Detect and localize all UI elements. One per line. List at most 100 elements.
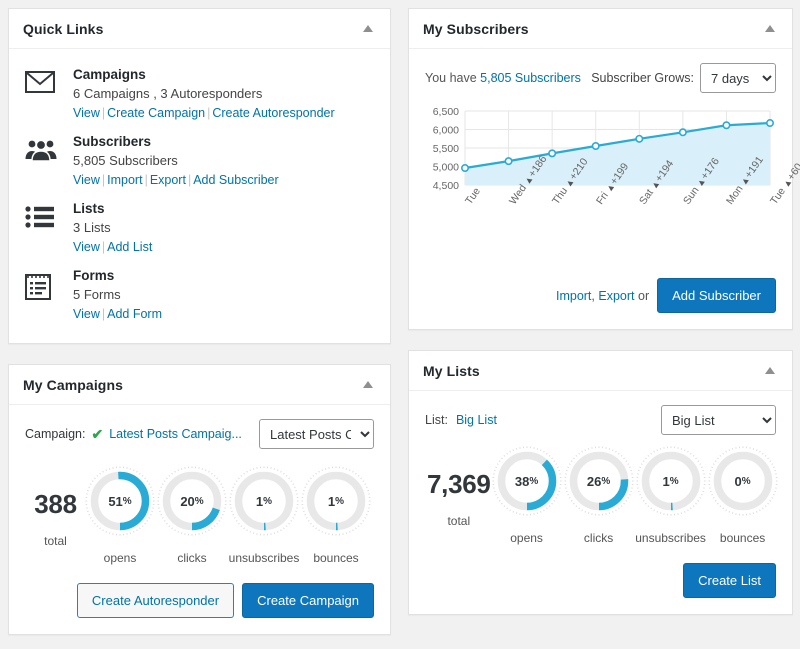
link-add-list[interactable]: Add List [107,240,152,254]
my-subscribers-panel: My Subscribers You have 5,805 Subscriber… [408,8,793,330]
link-view[interactable]: View [73,307,100,321]
panel-title: My Lists [423,363,760,379]
subscribers-footer-actions: Import, Export or Add Subscriber [425,278,776,313]
y-axis-tick: 4,500 [433,180,459,192]
create-list-button[interactable]: Create List [683,563,776,598]
chart-point [462,165,468,171]
my-campaigns-panel: My Campaigns Campaign: ✔ Latest Posts Ca… [8,364,391,635]
donut-value: 1% [228,465,300,537]
link-add-subscriber[interactable]: Add Subscriber [193,173,278,187]
subscribers-summary-row: You have 5,805 Subscribers Subscriber Gr… [425,63,776,93]
quick-link-text: Campaigns 6 Campaigns , 3 Autoresponders… [71,67,335,120]
panel-title: My Campaigns [23,377,358,393]
create-autoresponder-button[interactable]: Create Autoresponder [77,583,234,618]
left-column: Quick Links Campaig [8,8,391,649]
quick-link-actions: View|Add Form [73,307,162,321]
list-name-link[interactable]: Big List [456,413,497,427]
subscribers-count-link[interactable]: 5,805 Subscribers [480,71,581,85]
stat-label: unsubscribes [635,531,706,545]
bulleted-list-icon [25,201,71,254]
y-axis-tick: 6,000 [433,125,459,137]
link-export[interactable]: Export [598,289,634,303]
stat-clicks: 20% clicks [156,465,228,565]
stat-label: bounces [313,551,358,565]
quick-link-text: Forms 5 Forms View|Add Form [71,268,162,321]
quick-link-actions: View|Import|Export|Add Subscriber [73,173,279,187]
link-export[interactable]: Export [150,173,186,187]
list-selector-row: List: Big List Big List [425,405,776,435]
or-text: or [635,289,650,303]
range-select[interactable]: 7 days [700,63,776,93]
link-create-campaign[interactable]: Create Campaign [107,106,205,120]
clipboard-form-icon [25,268,71,321]
panel-title: My Subscribers [423,21,760,37]
subscriber-grows-label: Subscriber Grows: [591,71,694,85]
donut-chart: 0% [707,445,779,517]
stat-label: bounces [720,531,765,545]
quick-links-list: Campaigns 6 Campaigns , 3 Autoresponders… [25,63,374,327]
create-campaign-button[interactable]: Create Campaign [242,583,374,618]
chart-point [636,136,642,142]
list-select[interactable]: Big List [661,405,776,435]
stat-label: opens [104,551,137,565]
donut-value: 26% [563,445,635,517]
campaign-select[interactable]: Latest Posts Car [259,419,374,449]
donut-value: 38% [491,445,563,517]
campaign-stats-row: 388 total 51% opens 20% clicks 1% uns [25,455,374,565]
quick-links-body: Campaigns 6 Campaigns , 3 Autoresponders… [9,49,390,343]
stat-label: total [44,534,67,548]
quick-link-item-subscribers: Subscribers 5,805 Subscribers View|Impor… [25,134,374,187]
add-subscriber-button[interactable]: Add Subscriber [657,278,776,313]
quick-links-header: Quick Links [9,9,390,49]
stat-total: 7,369 total [427,445,491,528]
donut-chart: 1% [300,465,372,537]
caret-up-icon[interactable] [760,361,780,381]
subscribers-count-text: You have 5,805 Subscribers [425,71,581,85]
link-view[interactable]: View [73,106,100,120]
campaign-label: Campaign: [25,427,85,441]
link-import[interactable]: Import [107,173,142,187]
link-view[interactable]: View [73,240,100,254]
subscriber-growth-chart: 4,5005,0005,5006,0006,500 TueWed ▲+186Th… [425,103,776,266]
divider: | [143,173,150,187]
total-value: 388 [34,489,76,520]
link-import[interactable]: Import [556,289,591,303]
caret-up-icon[interactable] [760,19,780,39]
my-campaigns-body: Campaign: ✔ Latest Posts Campaig... Late… [9,405,390,634]
my-lists-body: List: Big List Big List 7,369 total 38% … [409,391,792,614]
campaign-actions: Create Autoresponder Create Campaign [25,583,374,618]
stat-unsubscribes: 1% unsubscribes [228,465,300,565]
quick-link-text: Lists 3 Lists View|Add List [71,201,152,254]
donut-chart: 1% [635,445,707,517]
campaign-selector-row: Campaign: ✔ Latest Posts Campaig... Late… [25,419,374,449]
chart-point [767,120,773,126]
envelope-icon [25,67,71,120]
dashboard-board: Quick Links Campaig [0,0,800,649]
quick-link-text: Subscribers 5,805 Subscribers View|Impor… [71,134,279,187]
quick-link-item-campaigns: Campaigns 6 Campaigns , 3 Autoresponders… [25,67,374,120]
quick-link-name: Lists [73,201,152,216]
donut-value: 1% [635,445,707,517]
quick-links-panel: Quick Links Campaig [8,8,391,344]
list-stats-row: 7,369 total 38% opens 26% clicks 1% unsu… [425,435,776,545]
stat-clicks: 26% clicks [563,445,635,545]
stat-opens: 51% opens [84,465,156,565]
chart-point [549,150,555,156]
stat-unsubscribes: 1% unsubscribes [635,445,707,545]
caret-up-icon[interactable] [358,19,378,39]
growth-chart-svg: 4,5005,0005,5006,0006,500 [425,105,776,193]
chart-point [505,158,511,164]
quick-link-count: 6 Campaigns , 3 Autoresponders [73,86,335,101]
y-axis-tick: 5,000 [433,162,459,174]
stat-label: clicks [584,531,613,545]
quick-link-count: 5,805 Subscribers [73,153,279,168]
caret-up-icon[interactable] [358,375,378,395]
link-view[interactable]: View [73,173,100,187]
link-create-autoresponder[interactable]: Create Autoresponder [212,106,334,120]
link-add-form[interactable]: Add Form [107,307,162,321]
campaign-name[interactable]: Latest Posts Campaig... [109,427,242,441]
panel-title: Quick Links [23,21,358,37]
have-prefix: You have [425,71,480,85]
stat-label: opens [510,531,543,545]
total-value: 7,369 [427,469,491,500]
